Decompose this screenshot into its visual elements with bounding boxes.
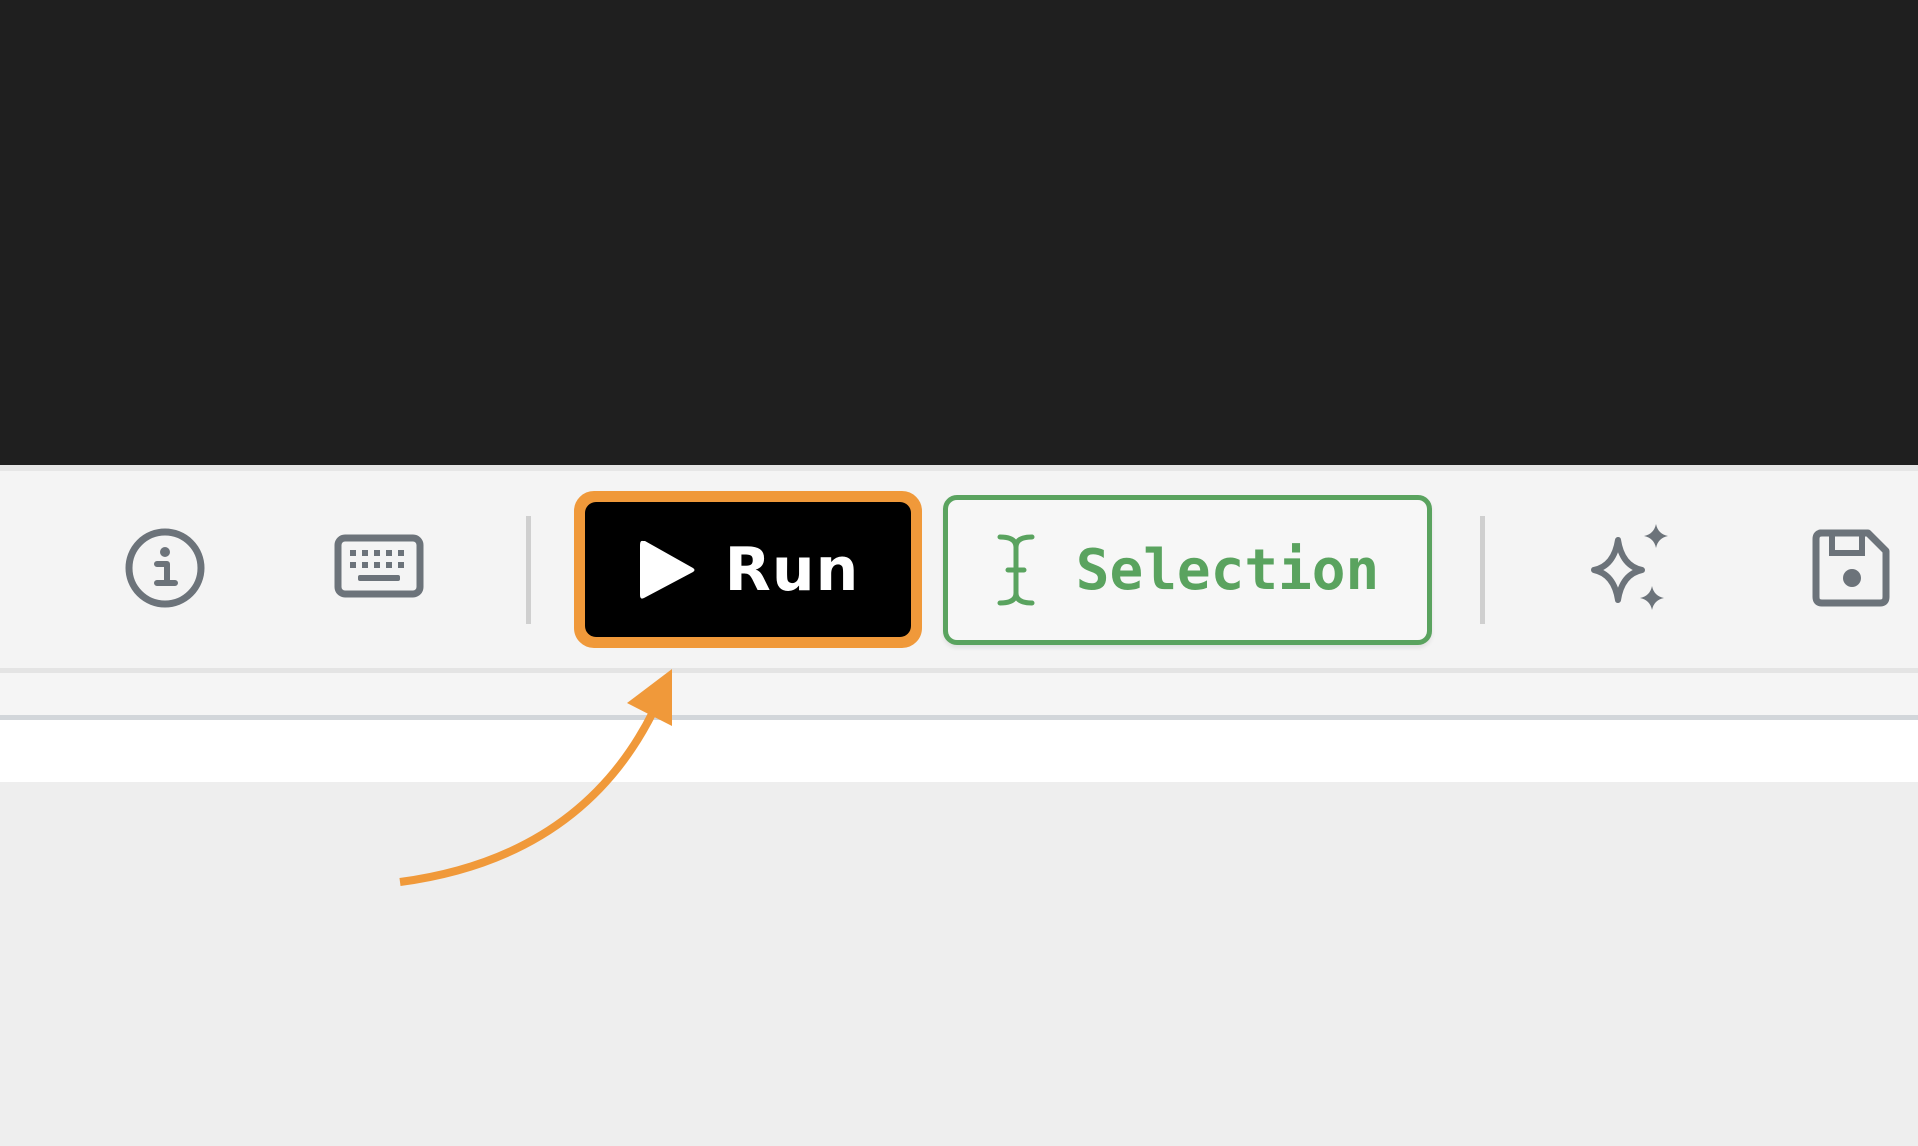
sparkle-icon (1591, 524, 1668, 610)
toolbar-divider (526, 516, 531, 624)
selection-button[interactable]: Selection (943, 495, 1432, 645)
info-button[interactable] (122, 525, 208, 611)
content-band (0, 720, 1918, 782)
save-icon (1812, 529, 1890, 607)
code-editor-area[interactable] (0, 0, 1918, 465)
selection-button-label: Selection (1075, 537, 1380, 603)
info-icon (125, 528, 205, 608)
secondary-strip (0, 673, 1918, 720)
save-button[interactable] (1810, 527, 1892, 609)
run-button[interactable]: Run (574, 491, 922, 648)
toolbar-divider (1480, 516, 1485, 624)
keyboard-shortcuts-button[interactable] (332, 532, 426, 602)
content-area (0, 782, 1918, 1146)
run-button-label: Run (724, 534, 860, 605)
run-button-body: Run (585, 502, 911, 637)
ai-assist-button[interactable] (1580, 518, 1680, 618)
play-icon (639, 540, 695, 599)
keyboard-icon (334, 534, 424, 598)
text-cursor-icon (997, 534, 1035, 606)
